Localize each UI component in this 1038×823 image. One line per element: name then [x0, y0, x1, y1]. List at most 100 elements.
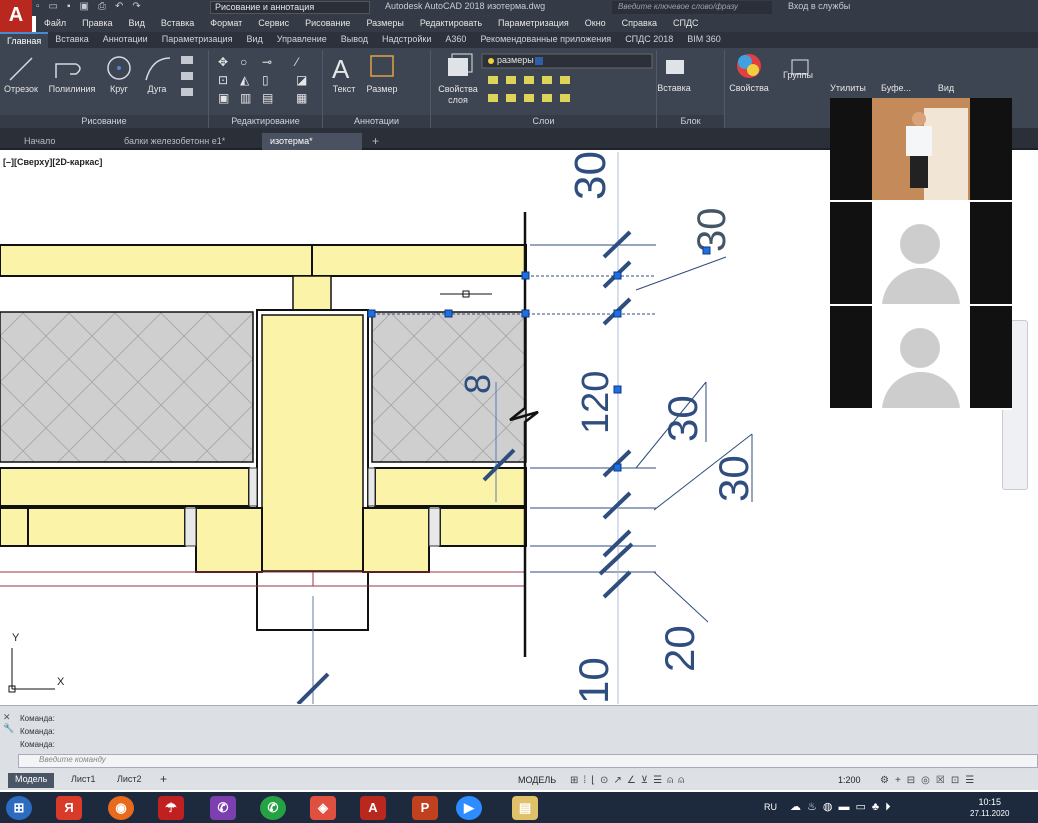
panel-annotation-label[interactable]: Аннотации: [323, 115, 430, 128]
umbrella-icon[interactable]: ☂: [158, 796, 184, 820]
language-indicator[interactable]: RU: [764, 802, 777, 812]
insert-button[interactable]: Вставка: [652, 83, 696, 93]
menu-help[interactable]: Справка: [614, 16, 665, 32]
workspace-select[interactable]: Рисование и аннотация: [210, 1, 370, 14]
tab-layout2[interactable]: Лист2: [110, 773, 149, 788]
circle-button[interactable]: Круг: [104, 84, 134, 94]
firefox-icon[interactable]: ◉: [108, 796, 134, 820]
tab-view[interactable]: Вид: [239, 32, 269, 48]
tab-parametric[interactable]: Параметризация: [155, 32, 240, 48]
app-icon[interactable]: ◈: [310, 796, 336, 820]
new-icon[interactable]: ▫: [36, 1, 40, 15]
search-input[interactable]: Введите ключевое слово/фразу: [612, 1, 772, 14]
undo-icon[interactable]: ↶: [115, 1, 123, 15]
dim-text: 8: [457, 374, 498, 394]
tab-manage[interactable]: Управление: [270, 32, 334, 48]
line-button[interactable]: Отрезок: [2, 84, 40, 94]
file-tab-isotherm[interactable]: изотерма*: [262, 133, 362, 150]
tab-bim360[interactable]: BIM 360: [680, 32, 728, 48]
polyline-button[interactable]: Полилиния: [44, 84, 100, 94]
text-button[interactable]: Текст: [328, 84, 360, 94]
autocad-icon[interactable]: A: [360, 796, 386, 820]
command-close-icon[interactable]: ✕ 🔧: [3, 712, 15, 752]
tab-home[interactable]: Главная: [0, 32, 49, 48]
powerpoint-icon[interactable]: P: [412, 796, 438, 820]
video-tile-participant[interactable]: [830, 306, 1012, 410]
tab-annotate[interactable]: Аннотации: [96, 32, 155, 48]
explorer-icon[interactable]: ▤: [512, 796, 538, 820]
layer-properties-button[interactable]: Свойства слоя: [434, 84, 482, 106]
system-clock[interactable]: 10:15 27.11.2020: [970, 797, 1009, 819]
command-history-line: Команда:: [20, 740, 55, 749]
polyline-icon: [55, 63, 81, 78]
menu-format[interactable]: Формат: [202, 16, 250, 32]
utilities-button[interactable]: Утилиты: [826, 83, 870, 93]
panel-draw-label[interactable]: Рисование: [0, 115, 208, 128]
add-layout-icon[interactable]: +: [160, 772, 167, 786]
tab-model[interactable]: Модель: [8, 773, 55, 788]
menu-parametric[interactable]: Параметризация: [490, 16, 577, 32]
clock-date: 27.11.2020: [970, 809, 1010, 818]
video-tile-participant[interactable]: [830, 202, 1012, 306]
menu-window[interactable]: Окно: [577, 16, 614, 32]
svg-text:⊡: ⊡: [218, 73, 228, 87]
plot-icon[interactable]: ⎙: [98, 1, 106, 15]
save-icon[interactable]: ▪: [67, 1, 71, 15]
clock-time: 10:15: [978, 797, 1001, 807]
viewport-controls[interactable]: [–][Сверху][2D-каркас]: [3, 157, 102, 167]
svg-text:✥: ✥: [218, 55, 228, 69]
menu-tools[interactable]: Сервис: [250, 16, 297, 32]
file-tab-start[interactable]: Начало: [16, 133, 110, 150]
properties-button[interactable]: Свойства: [726, 83, 772, 93]
whatsapp-icon[interactable]: ✆: [260, 796, 286, 820]
arc-button[interactable]: Дуга: [142, 84, 172, 94]
svg-text:◪: ◪: [296, 73, 307, 87]
menu-insert[interactable]: Вставка: [153, 16, 202, 32]
application-menu-button[interactable]: A: [0, 0, 32, 32]
model-space-button[interactable]: МОДЕЛЬ: [518, 775, 556, 785]
file-tab-beams[interactable]: балки железобетонн e1*: [116, 133, 256, 150]
tab-featured-apps[interactable]: Рекомендованные приложения: [473, 32, 618, 48]
divider: [724, 50, 725, 128]
menu-view[interactable]: Вид: [121, 16, 153, 32]
zoom-icon[interactable]: ▶: [456, 796, 482, 820]
groups-button[interactable]: Группы: [776, 70, 820, 80]
panel-layers-label[interactable]: Слои: [431, 115, 656, 128]
dimension-icon: [370, 55, 394, 77]
save-as-icon[interactable]: ▣: [80, 1, 89, 15]
annotation-scale[interactable]: 1:200: [838, 775, 861, 785]
view-button[interactable]: Вид: [924, 83, 968, 93]
yandex-icon[interactable]: Я: [56, 796, 82, 820]
menu-modify[interactable]: Редактировать: [412, 16, 490, 32]
ucs-y-label: Y: [12, 632, 20, 644]
command-input[interactable]: Введите команду: [18, 754, 1038, 768]
signin-button[interactable]: Вход в службы: [788, 1, 850, 11]
start-button-icon[interactable]: ⊞: [6, 796, 32, 820]
status-tools[interactable]: ⚙+⊟◎☒⊡☰: [880, 775, 980, 786]
tab-a360[interactable]: A360: [438, 32, 473, 48]
tab-addins[interactable]: Надстройки: [375, 32, 438, 48]
tab-spds2018[interactable]: СПДС 2018: [618, 32, 680, 48]
open-icon[interactable]: ▭: [49, 1, 58, 15]
menu-edit[interactable]: Правка: [74, 16, 120, 32]
dimension-button[interactable]: Размер: [364, 84, 400, 94]
tab-layout1[interactable]: Лист1: [64, 773, 103, 788]
svg-text:▥: ▥: [240, 91, 251, 105]
menu-draw[interactable]: Рисование: [297, 16, 358, 32]
video-tile-presenter[interactable]: [830, 98, 1012, 202]
redo-icon[interactable]: ↷: [132, 1, 140, 15]
tab-output[interactable]: Вывод: [334, 32, 375, 48]
layer-dropdown-value[interactable]: размеры: [497, 55, 534, 65]
clipboard-button[interactable]: Буфе...: [874, 83, 918, 93]
insulation-right: [371, 311, 527, 463]
panel-modify-label[interactable]: Редактирование: [209, 115, 322, 128]
tray-icons[interactable]: ☁♨◍▬▭♣⏵: [790, 800, 897, 814]
new-tab-icon[interactable]: +: [372, 134, 379, 148]
menu-dimension[interactable]: Размеры: [358, 16, 411, 32]
menu-file[interactable]: Файл: [36, 16, 74, 32]
status-toggles[interactable]: ⊞⁞⌊⊙↗∠⊻☰⍝⍝: [570, 775, 689, 786]
tab-insert[interactable]: Вставка: [48, 32, 95, 48]
menu-spds[interactable]: СПДС: [665, 16, 707, 32]
viber-icon[interactable]: ✆: [210, 796, 236, 820]
panel-block-label[interactable]: Блок: [657, 115, 724, 128]
